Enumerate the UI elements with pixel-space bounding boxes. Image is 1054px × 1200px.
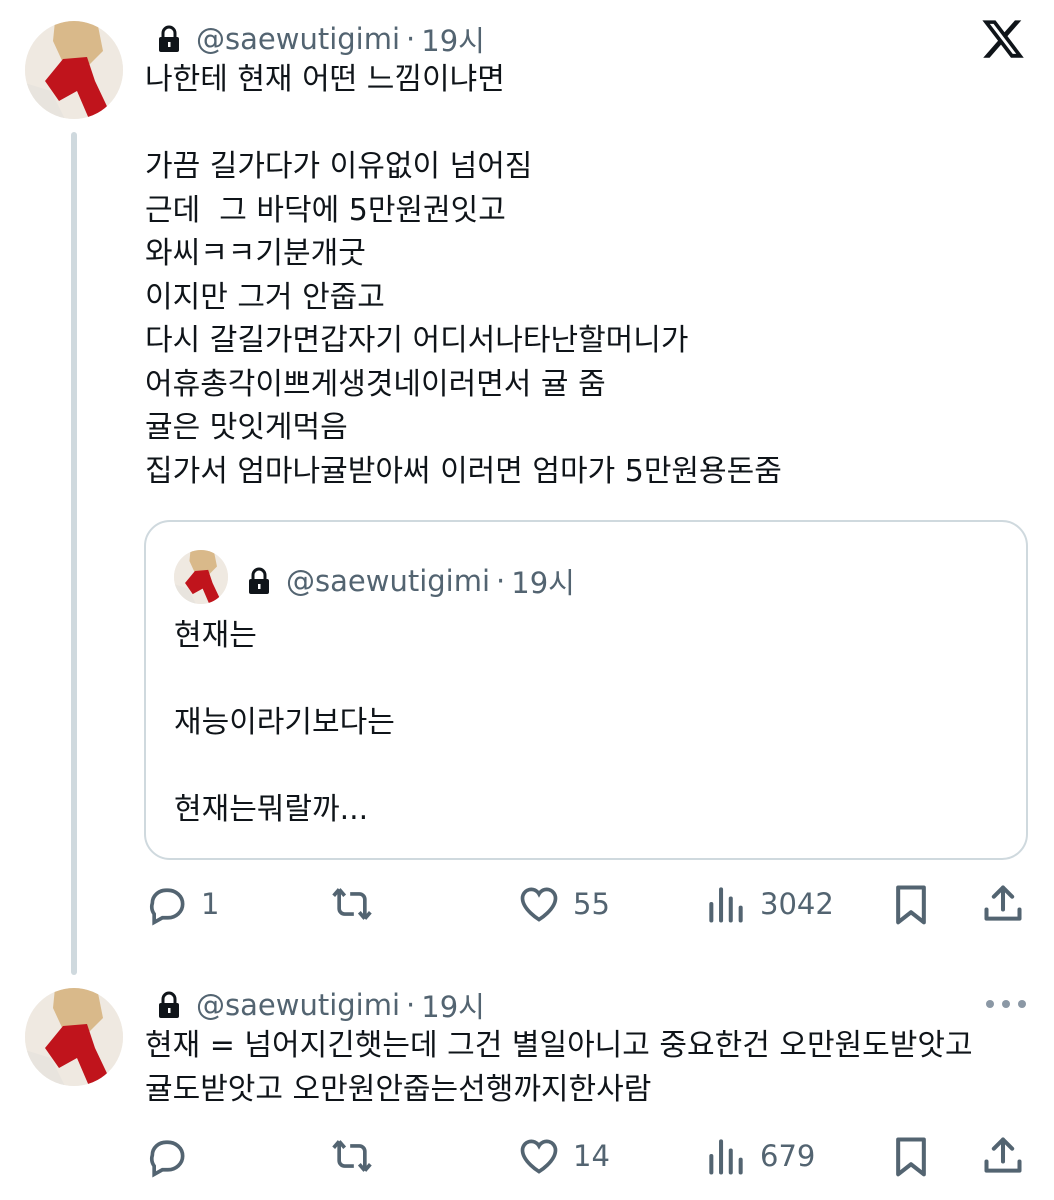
- views-button[interactable]: 679: [704, 1134, 815, 1178]
- bookmark-button[interactable]: [889, 882, 933, 926]
- timestamp[interactable]: 19시: [421, 18, 485, 60]
- heart-icon: [520, 1139, 558, 1174]
- share-icon: [984, 885, 1022, 921]
- lock-icon: [246, 567, 272, 595]
- share-button[interactable]: [981, 1134, 1025, 1178]
- views-icon: [709, 1139, 743, 1175]
- reply-count: 1: [201, 887, 220, 921]
- tweet-meta: @saewutigimi · 19시: [156, 984, 485, 1026]
- bookmark-icon: [896, 885, 926, 925]
- heart-icon: [520, 887, 558, 922]
- retweet-button[interactable]: [330, 882, 386, 926]
- quote-text: 현재는 재능이라기보다는 현재는뭐랄까...: [174, 618, 395, 827]
- separator: ·: [406, 22, 416, 56]
- retweet-icon: [332, 888, 372, 920]
- x-logo-icon[interactable]: [980, 16, 1026, 62]
- handle[interactable]: @saewutigimi: [196, 988, 400, 1022]
- like-count: 55: [573, 887, 610, 921]
- share-button[interactable]: [981, 882, 1025, 926]
- views-count: 3042: [760, 887, 834, 921]
- avatar[interactable]: [25, 988, 123, 1086]
- retweet-icon: [332, 1140, 372, 1172]
- timestamp[interactable]: 19시: [421, 984, 485, 1026]
- reply-icon: [150, 1140, 185, 1178]
- quote-timestamp: 19시: [511, 566, 575, 600]
- like-button[interactable]: 55: [517, 882, 610, 926]
- quote-meta: @saewutigimi · 19시: [246, 560, 575, 602]
- tweet-text: 현재 = 넘어지긴햇는데 그건 별일아니고 중요한건 오만원도받앗고 귤도받앗고…: [145, 1028, 973, 1107]
- bookmark-icon: [896, 1137, 926, 1177]
- reply-button[interactable]: [145, 1134, 201, 1178]
- quote-handle: @saewutigimi: [286, 564, 491, 598]
- views-button[interactable]: 3042: [704, 882, 834, 926]
- views-icon: [709, 887, 743, 923]
- reply-button[interactable]: 1: [145, 882, 219, 926]
- bookmark-button[interactable]: [889, 1134, 933, 1178]
- lock-icon: [156, 991, 182, 1019]
- separator: ·: [496, 564, 506, 598]
- quote-tweet-card[interactable]: @saewutigimi · 19시 현재는 재능이라기보다는 현재는뭐랄까..…: [144, 520, 1028, 860]
- separator: ·: [406, 988, 416, 1022]
- like-button[interactable]: 14: [517, 1134, 610, 1178]
- like-count: 14: [573, 1139, 610, 1173]
- thread-line: [71, 132, 77, 975]
- views-count: 679: [760, 1139, 816, 1173]
- handle[interactable]: @saewutigimi: [196, 22, 400, 56]
- share-icon: [984, 1137, 1022, 1173]
- reply-icon: [150, 888, 185, 926]
- tweet-meta: @saewutigimi · 19시: [156, 18, 485, 60]
- tweet-text: 나한테 현재 어떤 느낌이냐면 가끔 길가다가 이유없이 넘어짐 근데 그 바닥…: [145, 62, 782, 489]
- lock-icon: [156, 25, 182, 53]
- more-icon[interactable]: [986, 994, 1026, 1014]
- avatar[interactable]: [25, 21, 123, 119]
- quote-avatar: [174, 550, 228, 604]
- retweet-button[interactable]: [330, 1134, 386, 1178]
